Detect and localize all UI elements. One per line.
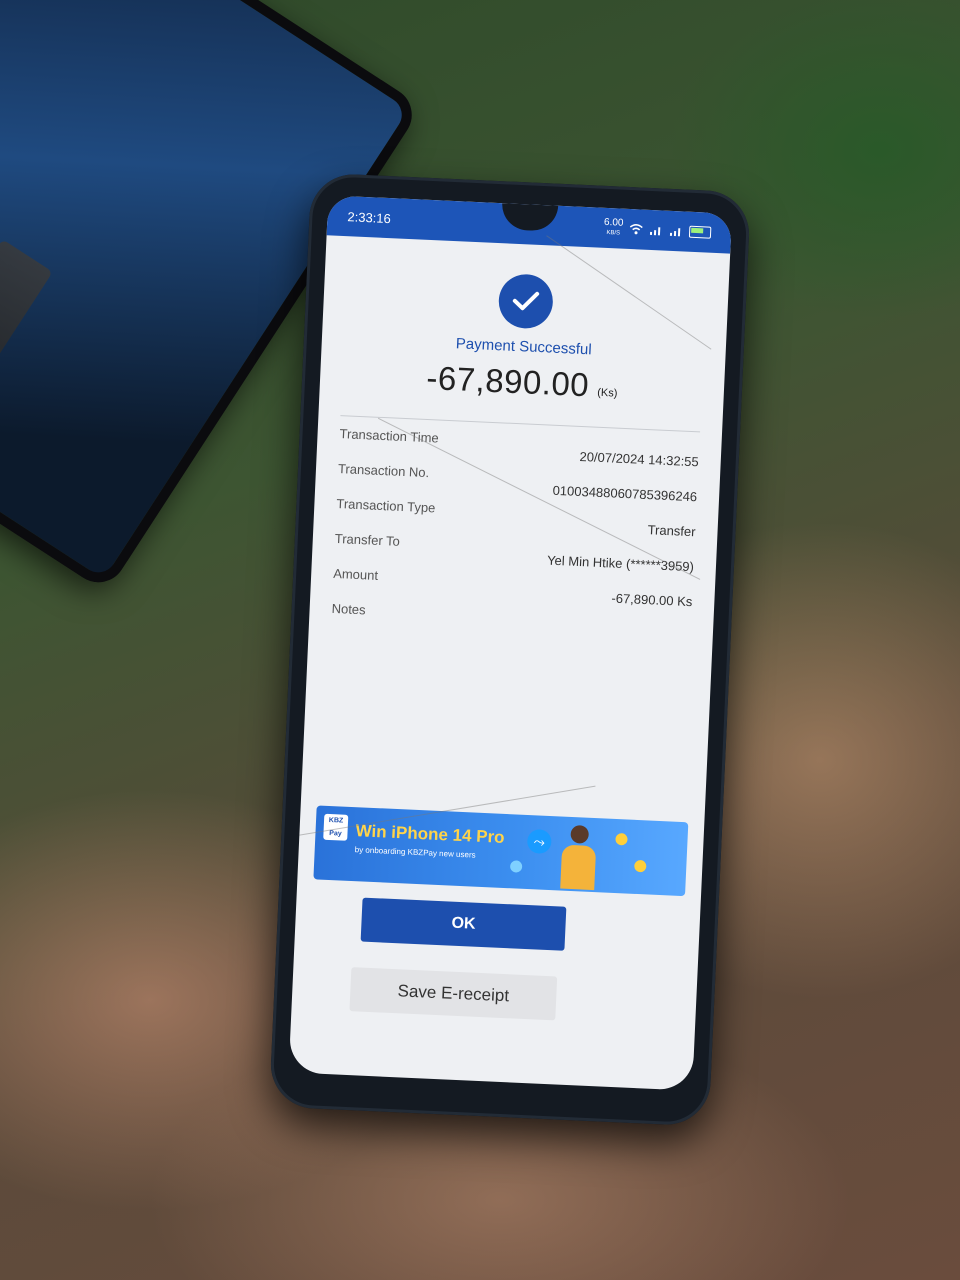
detail-label: Transaction Type <box>336 495 436 516</box>
detail-value: Transfer <box>647 522 696 540</box>
bubble-icon <box>509 860 523 873</box>
game-hud <box>0 239 53 407</box>
status-icons: 6.00 KB/S <box>603 216 712 243</box>
success-check-icon <box>497 273 555 330</box>
coin-icon <box>615 832 628 846</box>
save-e-receipt-button[interactable]: Save E-receipt <box>349 967 558 1021</box>
signal-icon <box>649 227 661 236</box>
banner-title: Win iPhone 14 Pro <box>355 821 505 847</box>
network-speed: 6.00 KB/S <box>603 216 624 237</box>
detail-label: Transaction Time <box>339 426 440 446</box>
detail-value: -67,890.00 Ks <box>611 590 693 610</box>
detail-label: Transaction No. <box>337 461 430 481</box>
status-bar: 2:33:16 6.00 KB/S <box>326 195 733 254</box>
phone-screen: 2:33:16 6.00 KB/S Payment Successful -67… <box>288 195 733 1091</box>
signal-icon <box>669 228 681 237</box>
ok-button[interactable]: OK <box>360 897 567 951</box>
battery-icon <box>688 225 712 239</box>
banner-subtitle: by onboarding KBZPay new users <box>354 845 476 860</box>
screen-crack <box>546 235 712 350</box>
amount-display: -67,890.00 (Ks) <box>319 354 724 410</box>
coin-icon <box>634 859 647 873</box>
share-icon: ⤳ <box>526 828 552 855</box>
status-time: 2:33:16 <box>347 208 392 226</box>
detail-label: Transfer To <box>334 530 401 549</box>
detail-label: Amount <box>332 565 379 583</box>
currency-unit: (Ks) <box>597 386 618 400</box>
phone-device: 2:33:16 6.00 KB/S Payment Successful -67… <box>269 172 751 1127</box>
camera-notch <box>501 203 559 232</box>
transaction-details: Transaction Time 20/07/2024 14:32:55 Tra… <box>309 419 722 647</box>
payment-amount: -67,890.00 <box>425 358 591 404</box>
promo-person-image <box>557 824 600 892</box>
promo-banner[interactable]: KBZ Pay Win iPhone 14 Pro by onboarding … <box>313 805 689 897</box>
wifi-icon <box>629 224 643 235</box>
detail-label: Notes <box>331 600 366 618</box>
